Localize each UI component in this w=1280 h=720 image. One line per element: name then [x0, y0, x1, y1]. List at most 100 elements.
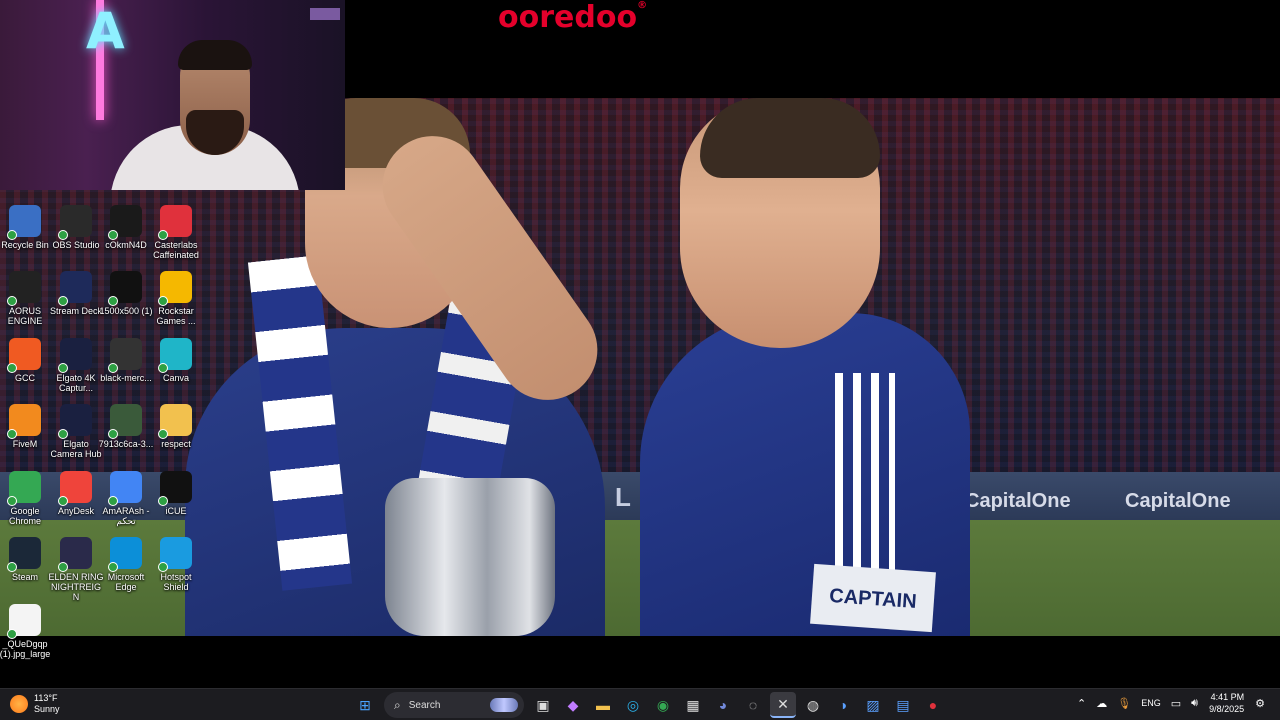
search-highlight-icon — [490, 698, 518, 712]
blank-file-icon — [7, 604, 41, 639]
cloud-icon[interactable]: ☁ — [1096, 697, 1107, 710]
clock[interactable]: 4:41 PM 9/8/2025 — [1209, 691, 1244, 715]
desktop-icon[interactable]: iCUE — [148, 471, 204, 516]
sync-check-icon — [108, 363, 118, 373]
sync-check-icon — [7, 629, 17, 639]
microphone-icon[interactable]: 🎙︎ — [1117, 697, 1131, 710]
sync-check-icon — [7, 230, 17, 240]
desktop-icon-label: AORUS ENGINE — [7, 306, 43, 326]
store-icon[interactable]: ▦ — [680, 692, 706, 718]
desktop-icon[interactable]: ELDEN RING NIGHTREIGN — [48, 537, 104, 602]
sync-check-icon — [158, 562, 168, 572]
search-box[interactable]: ⌕ Search — [384, 692, 524, 718]
obs-icon — [58, 205, 92, 240]
desktop-icon-label: AnyDesk — [57, 506, 94, 516]
desktop-icon[interactable]: AnyDesk — [48, 471, 104, 516]
start-button[interactable]: ⊞ — [352, 692, 378, 718]
desktop-icon-label: respect — [161, 439, 191, 449]
steam-icon — [7, 537, 41, 572]
copilot-icon[interactable]: ◆ — [560, 692, 586, 718]
volume-icon[interactable]: 🔊︎ — [1191, 697, 1198, 710]
taskbar: 113°F Sunny ⊞ ⌕ Search ▣ ◆ ▬ ◎ ◉ ▦ ◕ ◌ ✕ ◍ ◑ ▨ ▤ ● ⌃ ☁ 🎙… — [0, 688, 1280, 720]
sync-check-icon — [7, 296, 17, 306]
recycle-bin-icon — [7, 205, 41, 240]
taskbar-apps: ⊞ ⌕ Search ▣ ◆ ▬ ◎ ◉ ▦ ◕ ◌ ✕ ◍ ◑ ▨ ▤ ● — [350, 692, 948, 718]
sync-check-icon — [108, 429, 118, 439]
sync-check-icon — [158, 296, 168, 306]
logo-text: ooredoo — [498, 0, 638, 35]
sun-icon — [10, 695, 28, 713]
task-view-icon[interactable]: ▣ — [530, 692, 556, 718]
desktop-icon[interactable]: Rockstar Games ... — [148, 271, 204, 326]
obs-icon[interactable]: ◌ — [740, 692, 766, 718]
desktop-icon[interactable]: Elgato Camera Hub — [48, 404, 104, 459]
desktop-icon[interactable]: respect — [148, 404, 204, 449]
sync-check-icon — [58, 230, 68, 240]
desktop-icon-label: black-merc... — [100, 373, 152, 383]
notification-icon[interactable]: ⚙ — [1255, 697, 1265, 710]
virtual-machine-icon[interactable]: ▤ — [890, 692, 916, 718]
sync-check-icon — [158, 429, 168, 439]
desktop-icon-label: Google Chrome — [8, 506, 41, 526]
hotspot-shield-icon — [158, 537, 192, 572]
captain-armband: CAPTAIN — [810, 563, 936, 633]
desktop-icon[interactable]: Casterlabs Caffeinated — [148, 205, 204, 260]
ooredoo-logo: ooredoo® — [498, 0, 648, 35]
elgato-4k-icon — [58, 338, 92, 373]
file-explorer-icon[interactable]: ▬ — [590, 692, 616, 718]
desktop-icon[interactable]: GCC — [0, 338, 53, 383]
desktop-icon[interactable]: Elgato 4K Captur... — [48, 338, 104, 393]
weather-widget[interactable]: 113°F Sunny — [10, 693, 60, 715]
language-indicator[interactable]: ENG — [1141, 698, 1161, 708]
casterlabs-icon — [158, 205, 192, 240]
sync-check-icon — [7, 363, 17, 373]
aorus-icon — [7, 271, 41, 306]
sync-check-icon — [108, 230, 118, 240]
desktop-icon-label: cOkmN4D — [105, 240, 147, 250]
hoarding-brand: CapitalOne — [965, 490, 1071, 512]
pc-case — [310, 8, 340, 20]
casterlabs-icon[interactable]: ● — [920, 692, 946, 718]
clock-time: 4:41 PM — [1210, 692, 1245, 702]
trophy — [385, 478, 555, 636]
sync-check-icon — [158, 230, 168, 240]
desktop-icon[interactable]: Canva — [148, 338, 204, 383]
desktop-icon[interactable]: cOkmN4D — [98, 205, 154, 250]
sync-check-icon — [108, 562, 118, 572]
desktop-icon[interactable]: Microsoft Edge — [98, 537, 154, 592]
desktop-icon-label: 1500x500 (1) — [99, 306, 153, 316]
sync-check-icon — [7, 496, 17, 506]
desktop-icon[interactable]: black-merc... — [98, 338, 154, 383]
desktop-icon[interactable]: OBS Studio — [48, 205, 104, 250]
discord-icon[interactable]: ◕ — [710, 692, 736, 718]
network-icon[interactable]: ▭ — [1171, 697, 1181, 710]
desktop-icon[interactable]: _QUeDgqp (1).jpg_large — [0, 604, 53, 659]
desktop-icon-label: Microsoft Edge — [107, 572, 145, 592]
system-tray: ⌃ ☁ 🎙︎ ENG ▭ 🔊︎ 4:41 PM 9/8/2025 ⚙ — [1072, 691, 1270, 715]
sync-check-icon — [7, 562, 17, 572]
desktop-icon-label: _QUeDgqp (1).jpg_large — [0, 639, 51, 659]
weather-condition: Sunny — [34, 704, 60, 714]
desktop-icon[interactable]: 7913c6ca-3... — [98, 404, 154, 449]
chevron-up-icon[interactable]: ⌃ — [1077, 697, 1086, 710]
edge-icon[interactable]: ◎ — [620, 692, 646, 718]
sync-check-icon — [108, 296, 118, 306]
desktop-icon[interactable]: Hotspot Shield — [148, 537, 204, 592]
photos-icon[interactable]: ▨ — [860, 692, 886, 718]
desktop-icon[interactable]: 1500x500 (1) — [98, 271, 154, 316]
desktop-icon[interactable]: Stream Deck — [48, 271, 104, 316]
desktop-icon-label: FiveM — [12, 439, 38, 449]
desktop-icon[interactable]: AmARAsh - تحكم — [98, 471, 154, 526]
elgato-icon[interactable]: ◑ — [830, 692, 856, 718]
desktop-icon[interactable]: Google Chrome — [0, 471, 53, 526]
sync-check-icon — [58, 296, 68, 306]
desktop-icon[interactable]: Recycle Bin — [0, 205, 53, 250]
image-file-icon — [108, 338, 142, 373]
desktop-icon[interactable]: Steam — [0, 537, 53, 582]
chrome-icon[interactable]: ◉ — [650, 692, 676, 718]
desktop-icon[interactable]: AORUS ENGINE — [0, 271, 53, 326]
steam-icon[interactable]: ◍ — [800, 692, 826, 718]
capcut-icon[interactable]: ✕ — [770, 692, 796, 718]
fivem-icon — [7, 404, 41, 439]
desktop-icon[interactable]: FiveM — [0, 404, 53, 449]
